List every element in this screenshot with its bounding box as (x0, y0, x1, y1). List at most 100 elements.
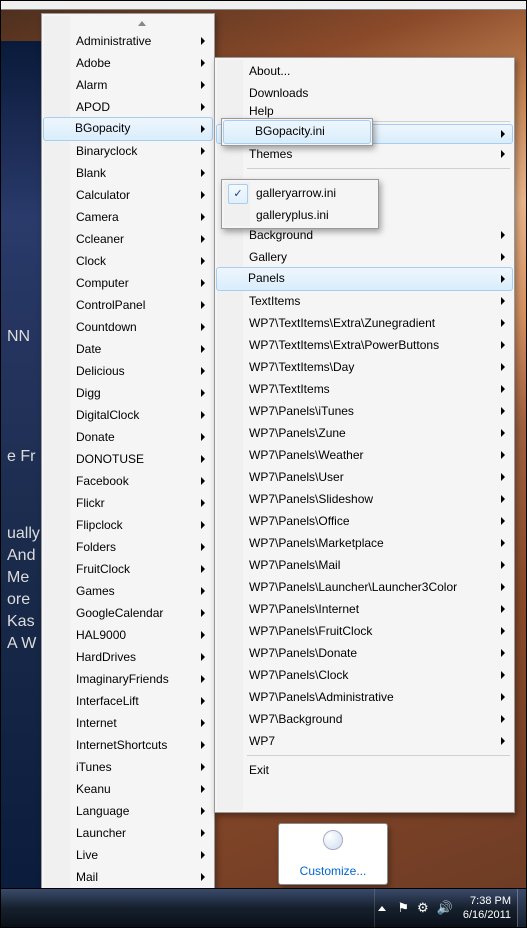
menu-item[interactable]: Flipclock (44, 514, 212, 536)
menu-item[interactable]: WP7 (217, 730, 512, 752)
menu-item[interactable]: ImaginaryFriends (44, 668, 212, 690)
chevron-right-icon (499, 686, 507, 708)
menu-item[interactable]: BGopacity.ini (223, 120, 371, 144)
menu-item[interactable]: galleryplus.ini (224, 204, 376, 226)
menu-item[interactable]: Folders (44, 536, 212, 558)
action-center-icon[interactable]: ⚑ (397, 900, 409, 916)
menu-item[interactable]: About... (217, 60, 512, 82)
tray-hidden-icon[interactable] (323, 830, 343, 850)
menu-item[interactable]: Blank (44, 162, 212, 184)
menu-item[interactable]: BGopacity (43, 117, 213, 141)
menu-item[interactable]: HAL9000 (44, 624, 212, 646)
menu-item[interactable]: Date (44, 338, 212, 360)
menu-item[interactable]: WP7\Panels\Zune (217, 422, 512, 444)
menu-item[interactable]: GoogleCalendar (44, 602, 212, 624)
menu-item[interactable]: Exit (217, 759, 512, 781)
check-icon: ✓ (228, 184, 248, 204)
chevron-right-icon (199, 140, 207, 162)
menu-item[interactable]: Administrative (44, 30, 212, 52)
menu-item[interactable]: WP7\Panels\Marketplace (217, 532, 512, 554)
menu-item[interactable]: Donate (44, 426, 212, 448)
menu-item[interactable]: WP7\Panels\Launcher\Launcher3Color (217, 576, 512, 598)
menu-item[interactable]: WP7\Panels\Weather (217, 444, 512, 466)
chevron-right-icon (199, 844, 207, 866)
menu-item[interactable]: Gallery (217, 246, 512, 268)
menu-item[interactable]: Calculator (44, 184, 212, 206)
menu-item[interactable]: WP7\TextItems\Extra\Zunegradient (217, 312, 512, 334)
chevron-right-icon (199, 602, 207, 624)
menu-item[interactable]: Live (44, 844, 212, 866)
menu-item[interactable]: WP7\Panels\Administrative (217, 686, 512, 708)
show-desktop-button[interactable] (517, 889, 526, 927)
menu-item-label: Ccleaner (76, 232, 124, 246)
chevron-right-icon (499, 554, 507, 576)
menu-item[interactable]: WP7\Panels\Slideshow (217, 488, 512, 510)
menu-item[interactable]: TextItems (217, 290, 512, 312)
menu-item[interactable]: WP7\Panels\Donate (217, 642, 512, 664)
menu-item[interactable]: WP7\Panels\iTunes (217, 400, 512, 422)
taskbar-clock[interactable]: 7:38 PM 6/16/2011 (461, 894, 517, 922)
menu-item[interactable]: Ccleaner (44, 228, 212, 250)
menu-item-label: WP7\Panels\Zune (249, 426, 346, 440)
chevron-right-icon (199, 448, 207, 470)
menu-item[interactable]: Themes (217, 143, 512, 165)
menu-item[interactable]: WP7\Panels\Clock (217, 664, 512, 686)
menu-item[interactable]: WP7\TextItems\Extra\PowerButtons (217, 334, 512, 356)
menu-item[interactable]: WP7\TextItems\Day (217, 356, 512, 378)
chevron-right-icon (499, 400, 507, 422)
menu-item[interactable]: Mail (44, 866, 212, 888)
menu-item[interactable]: InterfaceLift (44, 690, 212, 712)
menu-item[interactable]: WP7\Panels\User (217, 466, 512, 488)
menu-item[interactable]: Flickr (44, 492, 212, 514)
menu-item[interactable]: iTunes (44, 756, 212, 778)
chevron-right-icon (199, 272, 207, 294)
menu-item[interactable]: Binaryclock (44, 140, 212, 162)
menu-item[interactable]: Facebook (44, 470, 212, 492)
chevron-right-icon (199, 74, 207, 96)
menu-scroll-up[interactable] (72, 16, 212, 30)
menu-item[interactable]: Digg (44, 382, 212, 404)
menu-item[interactable]: Language (44, 800, 212, 822)
menu-item[interactable]: Help (217, 104, 512, 118)
menu-item-label: Themes (249, 147, 292, 161)
menu-item[interactable]: WP7\Panels\Mail (217, 554, 512, 576)
menu-item[interactable]: Adobe (44, 52, 212, 74)
menu-item[interactable]: FruitClock (44, 558, 212, 580)
menu-item[interactable]: Panels (216, 267, 513, 291)
menu-item[interactable]: Keanu (44, 778, 212, 800)
menu-item-label: Adobe (76, 56, 111, 70)
menu-item-label: Launcher (76, 826, 126, 840)
menu-item[interactable]: WP7\Background (217, 708, 512, 730)
customize-link[interactable]: Customize... (300, 864, 367, 878)
menu-item-label: WP7\Panels\Administrative (249, 690, 394, 704)
chevron-right-icon (499, 143, 507, 165)
menu-item[interactable]: Countdown (44, 316, 212, 338)
menu-item[interactable]: Launcher (44, 822, 212, 844)
network-icon[interactable]: ⚙ (417, 900, 429, 916)
menu-item[interactable]: WP7\Panels\Internet (217, 598, 512, 620)
menu-item[interactable]: ControlPanel (44, 294, 212, 316)
menu-item[interactable]: Clock (44, 250, 212, 272)
menu-item[interactable]: DONOTUSE (44, 448, 212, 470)
menu-item[interactable]: galleryarrow.ini✓ (224, 182, 376, 204)
menu-item[interactable]: Games (44, 580, 212, 602)
volume-icon[interactable]: 🔊 (437, 900, 453, 916)
menu-item[interactable]: WP7\Panels\FruitClock (217, 620, 512, 642)
menu-item-label: Panels (248, 271, 285, 285)
menu-item[interactable]: APOD (44, 96, 212, 118)
menu-item[interactable]: InternetShortcuts (44, 734, 212, 756)
menu-item[interactable]: WP7\TextItems (217, 378, 512, 400)
menu-item[interactable]: Alarm (44, 74, 212, 96)
menu-item[interactable]: WP7\Panels\Office (217, 510, 512, 532)
menu-item[interactable]: HardDrives (44, 646, 212, 668)
menu-item[interactable]: Computer (44, 272, 212, 294)
menu-item[interactable]: Delicious (44, 360, 212, 382)
menu-item[interactable]: Downloads (217, 82, 512, 104)
menu-item[interactable]: DigitalClock (44, 404, 212, 426)
chevron-right-icon (199, 624, 207, 646)
tray-overflow-button[interactable] (374, 889, 389, 927)
menu-item-label: WP7\Panels\Donate (249, 646, 357, 660)
menu-item[interactable]: Internet (44, 712, 212, 734)
menu-item[interactable]: Camera (44, 206, 212, 228)
chevron-right-icon (199, 162, 207, 184)
